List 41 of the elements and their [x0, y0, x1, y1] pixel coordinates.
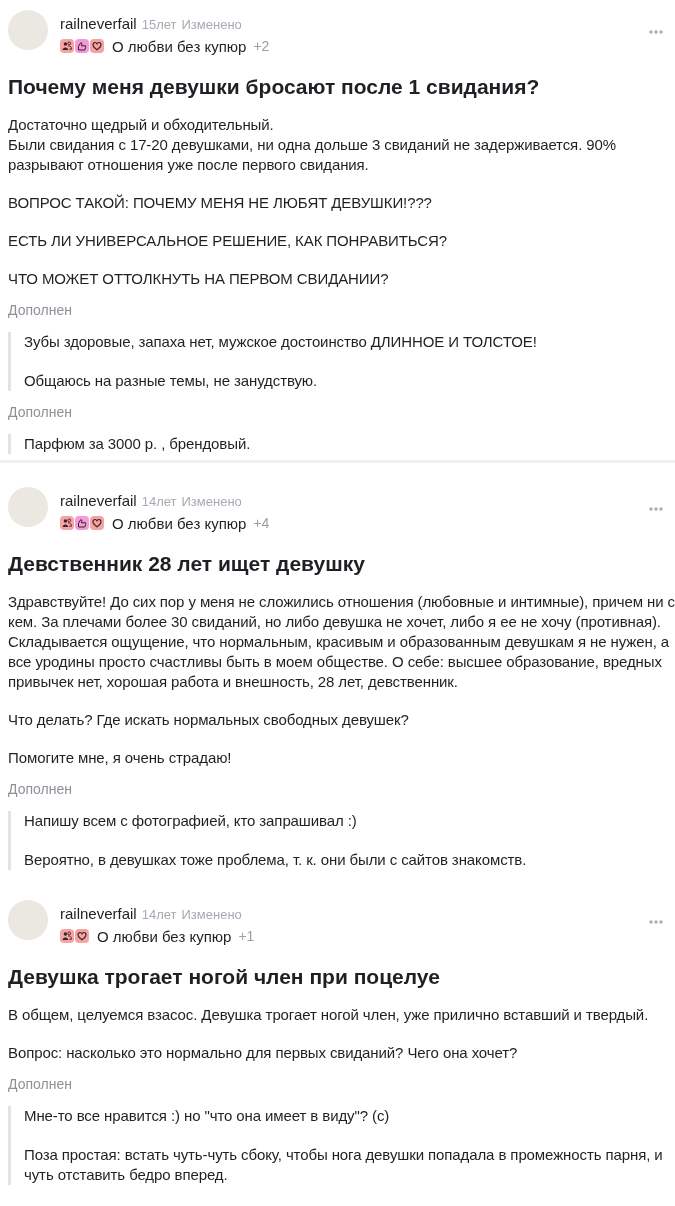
author-name[interactable]: railneverfail	[60, 904, 137, 924]
body-paragraph: Достаточно щедрый и обходительный. Были свидания с 17-20 девушками, ни одна дольше 3 свиданий не задерживается. 90% разрывают отношения уже после первого свидания.	[8, 115, 617, 175]
quote-paragraph: Общаюсь на разные темы, не занудствую.	[24, 371, 319, 391]
community-link[interactable]: О любви без купюр	[112, 514, 247, 532]
body-paragraph: В общем, целуемся взасос. Девушка трогает ногой член, уже прилично вставший и твердый.	[8, 1005, 650, 1025]
body-paragraph: Здравствуйте! До сих пор у меня не сложились отношения (любовные и интимные), причем ни с кем. За плечами более 30 свиданий, но либо девушка не хочет, либо я ее не хочу (противная). Складывается ощущение, что нормальным, красивым и образованным девушкам я не нужен, а все уродины просто счастливы быть в моем обществе. О себе: высшее образование, вредных привычек нет, хорошая работа и внешность, 28 лет, девственник.	[8, 592, 675, 692]
addition-label: Дополнен	[8, 780, 73, 799]
more-icon[interactable]	[649, 507, 663, 511]
community-link[interactable]: О любви без купюр	[97, 927, 232, 945]
post-title: Девушка трогает ногой член при поцелуе	[8, 964, 441, 990]
quote-paragraph: Напишу всем с фотографией, кто запрашивал :)	[24, 811, 358, 831]
author-name[interactable]: railneverfail	[60, 14, 137, 34]
body-paragraph: Вопрос: насколько это нормально для первых свиданий? Чего она хочет?	[8, 1043, 519, 1063]
quote-paragraph: Мне-то все нравится :) но "что она имеет в виду"? (с)	[24, 1106, 391, 1126]
body-paragraph: Что делать? Где искать нормальных свободных девушек?	[8, 710, 410, 730]
post-age: 15лет	[141, 16, 177, 34]
quote-paragraph: Поза простая: встать чуть-чуть сбоку, чтобы нога девушки попадала в промежность парня, и чуть отставить бедро вперед.	[24, 1145, 664, 1185]
community-link[interactable]: О любви без купюр	[112, 37, 247, 55]
post-age: 14лет	[141, 493, 177, 511]
body-paragraph: ЧТО МОЖЕТ ОТТОЛКНУТЬ НА ПЕРВОМ СВИДАНИИ?	[8, 269, 390, 289]
body-paragraph: Помогите мне, я очень страдаю!	[8, 748, 233, 768]
post-title: Девственник 28 лет ищет девушку	[8, 551, 366, 577]
avatar-placeholder	[8, 900, 48, 940]
addition-label: Дополнен	[8, 1075, 73, 1094]
body-paragraph: ВОПРОС ТАКОЙ: ПОЧЕМУ МЕНЯ НЕ ЛЮБЯТ ДЕВУШКИ!???	[8, 193, 433, 213]
quote-paragraph: Парфюм за 3000 р. , брендовый.	[24, 434, 252, 454]
post-age: 14лет	[141, 906, 177, 924]
more-icon[interactable]	[649, 30, 663, 34]
edited-label: Изменено	[181, 906, 242, 924]
post-title: Почему меня девушки бросают после 1 свидания?	[8, 74, 541, 100]
edited-label: Изменено	[181, 493, 242, 511]
quote-paragraph: Зубы здоровые, запаха нет, мужское достоинство ДЛИННОЕ И ТОЛСТОЕ!	[24, 332, 538, 352]
quote-paragraph: Вероятно, в девушках тоже проблема, т. к. они были с сайтов знакомств.	[24, 850, 528, 870]
body-paragraph: ЕСТЬ ЛИ УНИВЕРСАЛЬНОЕ РЕШЕНИЕ, КАК ПОНРАВИТЬСЯ?	[8, 231, 448, 251]
avatar-placeholder	[8, 487, 48, 527]
author-name[interactable]: railneverfail	[60, 491, 137, 511]
more-icon[interactable]	[649, 920, 663, 924]
addition-label: Дополнен	[8, 403, 73, 422]
edited-label: Изменено	[181, 16, 242, 34]
addition-label: Дополнен	[8, 301, 73, 320]
avatar-placeholder	[8, 10, 48, 50]
